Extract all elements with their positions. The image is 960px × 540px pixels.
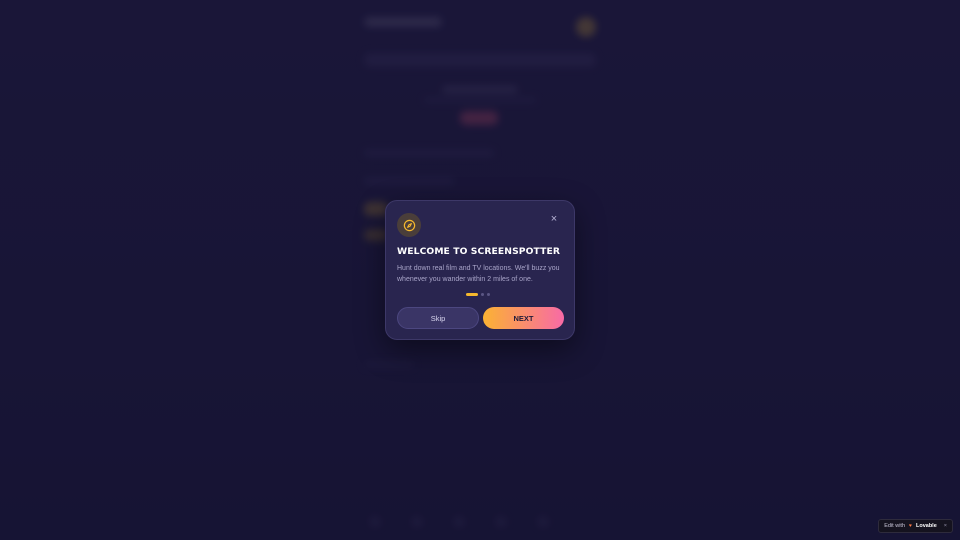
badge-prefix: Edit with: [884, 523, 906, 529]
compass-icon: [397, 213, 421, 237]
step-dot: [481, 293, 484, 296]
skip-button[interactable]: Skip: [397, 307, 479, 329]
step-indicator: [466, 293, 490, 296]
modal-title: Welcome to ScreenSpotter: [397, 246, 561, 257]
badge-brand: Lovable: [915, 523, 937, 529]
step-dot-active: [466, 293, 478, 296]
onboarding-modal: × Welcome to ScreenSpotter Hunt down rea…: [385, 200, 575, 340]
next-button[interactable]: NEXT: [483, 307, 564, 329]
page: × Welcome to ScreenSpotter Hunt down rea…: [0, 0, 960, 540]
step-dot: [487, 293, 490, 296]
modal-description: Hunt down real film and TV locations. We…: [397, 265, 560, 283]
badge-close-button[interactable]: ×: [944, 523, 947, 529]
lovable-heart-icon: ♥: [909, 523, 912, 529]
edit-with-lovable-badge[interactable]: Edit with ♥ Lovable ×: [878, 519, 953, 533]
close-button[interactable]: ×: [548, 213, 560, 225]
